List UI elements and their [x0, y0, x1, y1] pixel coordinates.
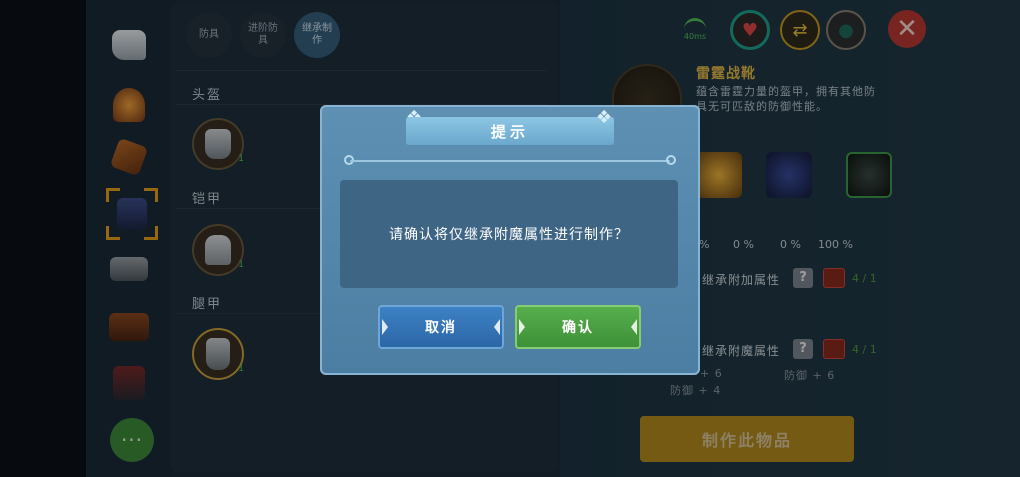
- dialog-message: 请确认将仅继承附魔属性进行制作？: [389, 227, 629, 243]
- confirm-button[interactable]: 确认: [515, 305, 641, 349]
- cancel-label: 取消: [425, 320, 457, 336]
- game-scene: ··· 防具 进阶防具 继承制作 头盔 1 铠甲 1 腿甲 1 雷霆战靴 蕴含雷…: [0, 0, 1020, 477]
- dialog-title: 提示: [490, 122, 529, 141]
- confirm-label: 确认: [562, 320, 594, 336]
- rule-ornament-icon: [666, 155, 676, 165]
- confirm-dialog: ❖ 提示 ❖ 请确认将仅继承附魔属性进行制作？ 取消 确认: [320, 105, 700, 375]
- ornament-right-icon: ❖: [596, 107, 613, 128]
- dialog-divider: [350, 160, 670, 162]
- dialog-header: 提示: [406, 117, 614, 145]
- cancel-button[interactable]: 取消: [378, 305, 504, 349]
- dialog-message-box: 请确认将仅继承附魔属性进行制作？: [340, 180, 678, 288]
